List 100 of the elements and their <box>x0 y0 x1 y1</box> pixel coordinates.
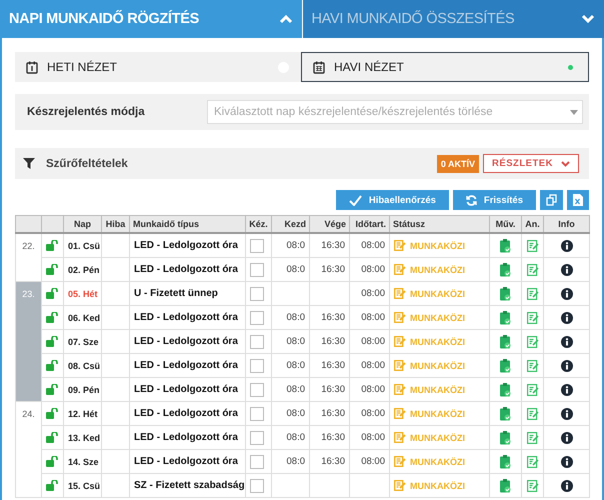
week-number[interactable]: 23. <box>16 282 42 402</box>
column-header: Info <box>544 216 590 233</box>
week-number[interactable]: 24. <box>16 402 42 498</box>
calendar-icon <box>26 60 38 74</box>
unlocked-padlock-icon[interactable] <box>46 312 59 323</box>
unlocked-padlock-icon[interactable] <box>46 480 59 491</box>
table-cell: 08:00 <box>350 330 390 354</box>
clipboard-check-icon[interactable] <box>500 310 511 324</box>
edit-icon[interactable] <box>526 432 538 444</box>
chevron-down-icon[interactable] <box>581 14 595 24</box>
table-cell: 08:0 <box>272 450 310 474</box>
edit-icon[interactable] <box>526 336 538 348</box>
table-cell: LED - Ledolgozott óra <box>130 330 246 354</box>
edit-icon[interactable] <box>526 288 538 300</box>
checkbox[interactable] <box>250 382 264 396</box>
column-header: Hiba <box>102 216 130 233</box>
unlocked-padlock-icon[interactable] <box>46 240 59 251</box>
section-tab[interactable]: NAPI MUNKAIDŐ RÖGZÍTÉS <box>0 0 302 38</box>
unlocked-padlock-icon[interactable] <box>46 432 59 443</box>
clipboard-check-icon[interactable] <box>500 334 511 348</box>
table-cell: 08:00 <box>350 354 390 378</box>
clipboard-check-icon[interactable] <box>500 382 511 396</box>
checkbox[interactable] <box>250 262 264 276</box>
table-cell: U - Fizetett ünnep <box>130 282 246 306</box>
error-check-button[interactable]: Hibaellenőrzés <box>336 190 449 210</box>
unlocked-padlock-icon[interactable] <box>46 408 59 419</box>
clipboard-check-icon[interactable] <box>500 262 511 276</box>
info-icon[interactable] <box>560 264 572 276</box>
edit-icon[interactable] <box>526 456 538 468</box>
edit-icon[interactable] <box>526 264 538 276</box>
edit-note-icon <box>394 240 406 251</box>
week-number[interactable]: 22. <box>16 233 42 282</box>
view-option[interactable]: HETI NÉZET <box>15 52 301 82</box>
info-icon[interactable] <box>560 480 572 492</box>
clipboard-check-icon[interactable] <box>500 358 511 372</box>
column-header: Státusz <box>390 216 490 233</box>
status-label: MUNKAKÖZI <box>410 312 465 322</box>
checkbox[interactable] <box>250 238 264 252</box>
clipboard-check-icon[interactable] <box>500 478 511 492</box>
details-button[interactable]: RÉSZLETEK <box>483 154 579 173</box>
info-icon[interactable] <box>560 408 572 420</box>
table-cell: LED - Ledolgozott óra <box>130 258 246 282</box>
status-label: MUNKAKÖZI <box>410 480 465 490</box>
unlocked-padlock-icon[interactable] <box>46 336 59 347</box>
checkbox[interactable] <box>250 286 264 300</box>
status-label: MUNKAKÖZI <box>410 336 465 346</box>
clipboard-check-icon[interactable] <box>500 286 511 300</box>
table-cell: 02. Pén <box>64 258 102 282</box>
unlocked-padlock-icon[interactable] <box>46 360 59 371</box>
view-option[interactable]: HAVI NÉZET <box>301 52 589 82</box>
table-cell: 08:00 <box>350 426 390 450</box>
table-cell: 09. Pén <box>64 378 102 402</box>
checkbox[interactable] <box>250 334 264 348</box>
edit-icon[interactable] <box>526 480 538 492</box>
clipboard-check-icon[interactable] <box>500 406 511 420</box>
table-cell: LED - Ledolgozott óra <box>130 233 246 258</box>
unlocked-padlock-icon[interactable] <box>46 264 59 275</box>
section-tab[interactable]: HAVI MUNKAIDŐ ÖSSZESÍTÉS <box>302 0 604 38</box>
table-cell: LED - Ledolgozott óra <box>130 450 246 474</box>
table-cell: 07. Sze <box>64 330 102 354</box>
clipboard-check-icon[interactable] <box>500 238 511 252</box>
info-icon[interactable] <box>560 288 572 300</box>
unlocked-padlock-icon[interactable] <box>46 384 59 395</box>
unlocked-padlock-icon[interactable] <box>46 456 59 467</box>
info-icon[interactable] <box>560 336 572 348</box>
edit-icon[interactable] <box>526 240 538 252</box>
edit-icon[interactable] <box>526 312 538 324</box>
clipboard-check-icon[interactable] <box>500 430 511 444</box>
checkbox[interactable] <box>250 310 264 324</box>
info-icon[interactable] <box>560 360 572 372</box>
checkbox[interactable] <box>250 430 264 444</box>
checkbox[interactable] <box>250 358 264 372</box>
spreadsheet-icon <box>573 194 583 206</box>
refresh-button[interactable]: Frissítés <box>452 190 536 210</box>
info-icon[interactable] <box>560 432 572 444</box>
export-button[interactable] <box>567 190 589 210</box>
checkbox[interactable] <box>250 406 264 420</box>
table-cell: 08. Csü <box>64 354 102 378</box>
dropdown-field[interactable]: Kiválasztott nap készrejelentése/készrejelentés törlése <box>207 100 583 124</box>
edit-icon[interactable] <box>526 384 538 396</box>
checkbox[interactable] <box>250 454 264 468</box>
status-label: MUNKAKÖZI <box>410 408 465 418</box>
info-icon[interactable] <box>560 312 572 324</box>
table-cell: 16:30 <box>310 330 350 354</box>
table-cell: 16:30 <box>310 378 350 402</box>
view-label: HETI NÉZET <box>47 60 118 74</box>
table-cell: 08:0 <box>272 354 310 378</box>
checkbox[interactable] <box>250 478 264 492</box>
chevron-up-icon[interactable] <box>278 14 292 24</box>
edit-note-icon <box>394 384 406 395</box>
copy-button[interactable] <box>540 190 563 210</box>
info-icon[interactable] <box>560 384 572 396</box>
unlocked-padlock-icon[interactable] <box>46 288 59 299</box>
edit-icon[interactable] <box>526 360 538 372</box>
table-cell: LED - Ledolgozott óra <box>130 426 246 450</box>
dropdown-caret-icon[interactable] <box>570 110 578 114</box>
info-icon[interactable] <box>560 240 572 252</box>
clipboard-check-icon[interactable] <box>500 454 511 468</box>
edit-icon[interactable] <box>526 408 538 420</box>
info-icon[interactable] <box>560 456 572 468</box>
